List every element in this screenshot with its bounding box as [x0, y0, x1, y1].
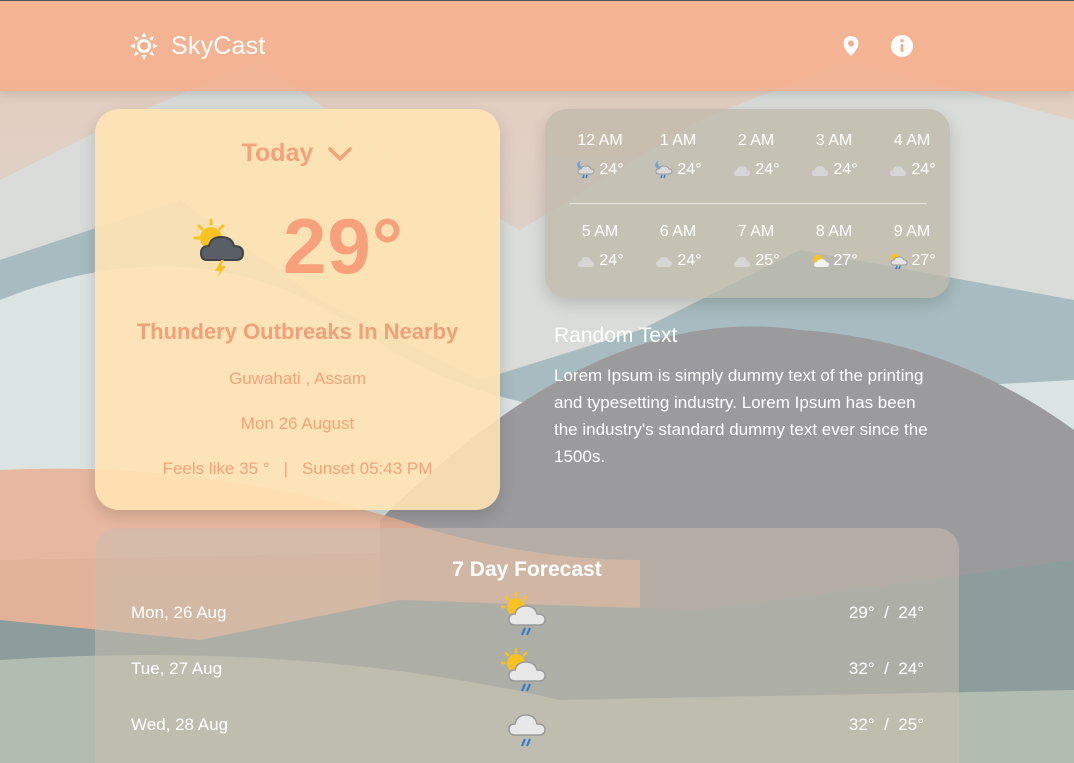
hour-item: 8 AM 27° — [795, 223, 873, 271]
forecast-separator: / — [884, 603, 889, 622]
hour-time: 12 AM — [577, 132, 623, 149]
hour-item: 12 AM 24° — [561, 132, 639, 180]
hour-temp: 24° — [677, 161, 702, 178]
seven-day-title: 7 Day Forecast — [452, 558, 602, 581]
hour-time: 8 AM — [815, 223, 853, 240]
night-rain-icon — [577, 161, 595, 179]
hour-temp: 27° — [911, 252, 936, 269]
cloud-icon — [734, 257, 751, 267]
forecast-low: 24° — [898, 659, 924, 678]
hourly-forecast-card: 12 AM 24° 1 AM 24° 2 AM 24° 3 AM 24° 4 A… — [545, 109, 950, 298]
feels-sunset-row: Feels like 35 ° | Sunset 05:43 PM — [95, 459, 500, 479]
rain-cloud-icon — [508, 714, 546, 747]
hour-time: 9 AM — [893, 223, 931, 240]
current-weather: 29° — [95, 201, 500, 292]
separator: | — [283, 459, 288, 478]
hour-item: 5 AM 24° — [561, 223, 639, 271]
hour-item: 7 AM 25° — [717, 223, 795, 271]
hour-temp: 24° — [599, 252, 624, 269]
day-selector[interactable]: Today — [95, 139, 500, 168]
forecast-low: 25° — [898, 715, 924, 734]
sun-rain-icon — [890, 253, 908, 270]
sunset-time: Sunset 05:43 PM — [301, 459, 433, 478]
forecast-temps: 32° / 24° — [849, 659, 924, 679]
random-text-body: Lorem Ipsum is simply dummy text of the … — [554, 366, 928, 466]
today-card: Today 29° Thundery Outbreaks In Nearby G… — [95, 109, 500, 510]
thunder-sun-cloud-icon — [193, 218, 245, 278]
day-selector-label: Today — [241, 139, 314, 167]
hour-time: 7 AM — [737, 223, 775, 240]
hour-item: 6 AM 24° — [639, 223, 717, 271]
sun-rain-icon — [501, 648, 546, 692]
forecast-row[interactable]: Mon, 26 Aug 29° / 24° — [131, 588, 924, 638]
hour-item: 3 AM 24° — [795, 132, 873, 180]
hour-item: 4 AM 24° — [873, 132, 951, 180]
hour-temp: 27° — [833, 252, 858, 269]
hour-time: 6 AM — [659, 223, 697, 240]
location-text: Guwahati , Assam — [228, 369, 366, 388]
cloud-icon — [812, 166, 829, 176]
cloud-icon — [656, 257, 673, 267]
forecast-date: Wed, 28 Aug — [131, 715, 229, 734]
app-header: SkyCast — [0, 0, 1074, 91]
random-text-title: Random Text — [554, 324, 678, 347]
forecast-low: 24° — [898, 603, 924, 622]
forecast-row[interactable]: Wed, 28 Aug 32° / 25° — [131, 700, 924, 750]
hour-temp: 24° — [677, 252, 702, 269]
hour-temp: 24° — [599, 161, 624, 178]
hour-temp: 24° — [833, 161, 858, 178]
forecast-separator: / — [884, 659, 889, 678]
feels-like: Feels like 35 ° — [162, 459, 270, 478]
hour-time: 1 AM — [659, 132, 697, 149]
hour-time: 5 AM — [581, 223, 619, 240]
hour-time: 3 AM — [815, 132, 853, 149]
hourly-row: 12 AM 24° 1 AM 24° 2 AM 24° 3 AM 24° 4 A… — [561, 132, 951, 180]
info-icon[interactable] — [890, 34, 914, 58]
hour-time: 4 AM — [893, 132, 931, 149]
current-temperature: 29° — [283, 202, 404, 290]
forecast-high: 29° — [848, 603, 875, 622]
chevron-down-icon — [328, 146, 353, 161]
sun-rain-icon — [501, 592, 546, 636]
partly-cloudy-icon — [813, 254, 830, 267]
hourly-divider — [569, 203, 927, 204]
brand-name: SkyCast — [171, 31, 266, 60]
cloud-icon — [734, 166, 751, 176]
forecast-date: Tue, 27 Aug — [131, 659, 223, 678]
seven-day-forecast-card: 7 Day Forecast Mon, 26 Aug 29° / 24° Tue… — [95, 528, 959, 763]
hour-temp: 25° — [755, 252, 780, 269]
forecast-separator: / — [884, 715, 889, 734]
cloud-icon — [578, 257, 595, 267]
hour-temp: 24° — [911, 161, 936, 178]
hour-temp: 24° — [755, 161, 780, 178]
hour-item: 1 AM 24° — [639, 132, 717, 180]
forecast-row[interactable]: Tue, 27 Aug 32° / 24° — [131, 644, 924, 694]
forecast-temps: 32° / 25° — [849, 715, 924, 735]
sun-icon — [130, 32, 158, 60]
forecast-high: 32° — [848, 659, 875, 678]
cloud-icon — [890, 166, 907, 176]
forecast-high: 32° — [848, 715, 875, 734]
brand[interactable]: SkyCast — [129, 31, 265, 61]
random-text-section: Random Text Lorem Ipsum is simply dummy … — [554, 324, 934, 470]
location-pin-icon[interactable] — [839, 34, 863, 58]
hour-item: 2 AM 24° — [717, 132, 795, 180]
hourly-row: 5 AM 24° 6 AM 24° 7 AM 25° 8 AM 27° 9 AM… — [561, 223, 951, 271]
night-rain-icon — [655, 161, 673, 179]
hour-time: 2 AM — [737, 132, 775, 149]
forecast-date: Mon, 26 Aug — [131, 603, 227, 622]
hour-item: 9 AM 27° — [873, 223, 951, 271]
date-text: Mon 26 August — [240, 414, 355, 433]
forecast-temps: 29° / 24° — [849, 603, 924, 623]
weather-condition: Thundery Outbreaks In Nearby — [136, 319, 459, 344]
